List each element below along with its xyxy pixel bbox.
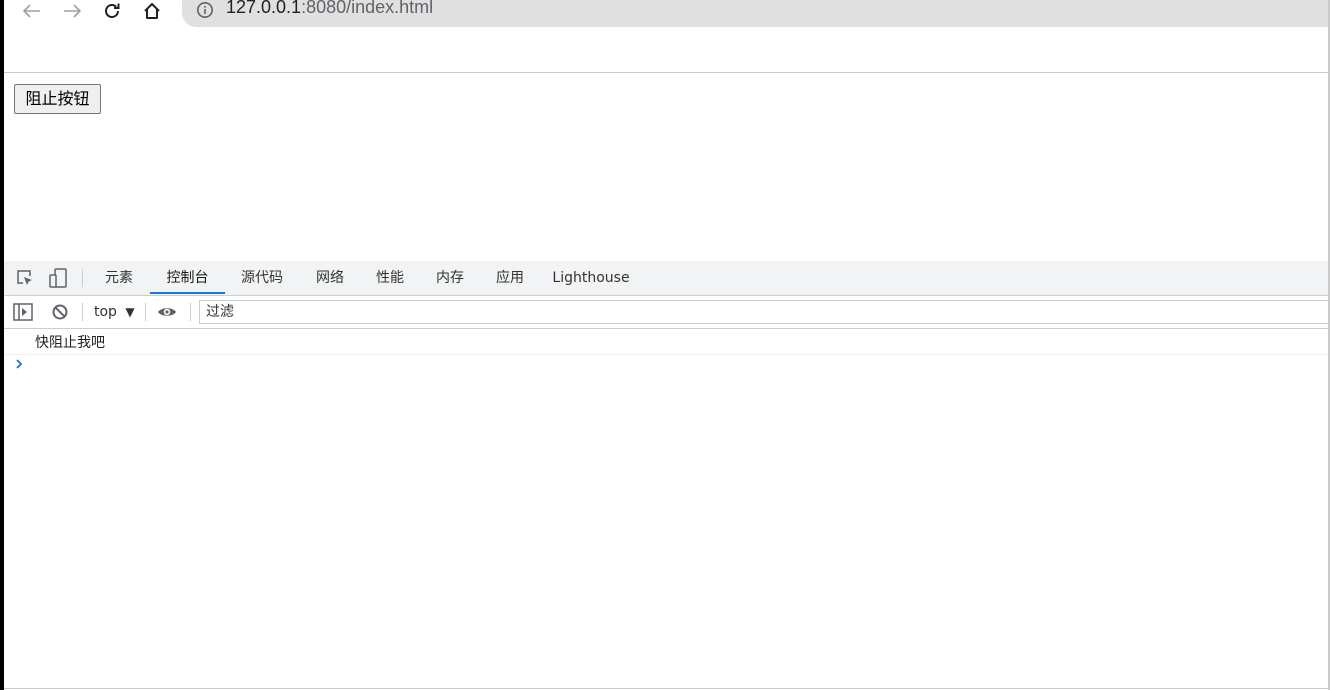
tab-application[interactable]: 应用 (486, 261, 534, 294)
tab-performance[interactable]: 性能 (366, 261, 414, 294)
back-button[interactable] (20, 0, 44, 22)
reload-button[interactable] (100, 0, 124, 22)
device-icon (49, 268, 67, 288)
eye-icon (158, 308, 176, 316)
viewport-divider (4, 72, 1328, 73)
context-selector[interactable]: top ▼ (94, 296, 135, 328)
context-value: top (94, 304, 117, 320)
toolbar-separator (190, 303, 191, 321)
url-host: 127.0.0.1 (226, 0, 302, 17)
address-bar[interactable]: 127.0.0.1:8080/index.html (182, 0, 1330, 27)
block-button[interactable]: 阻止按钮 (14, 84, 101, 114)
browser-toolbar: 127.0.0.1:8080/index.html (4, 0, 1330, 30)
url-text: 127.0.0.1:8080/index.html (226, 0, 433, 18)
window-bottom-border (4, 688, 1328, 689)
toolbar-separator (145, 303, 146, 321)
info-icon[interactable] (196, 1, 214, 19)
reload-icon (105, 3, 120, 18)
tab-lighthouse[interactable]: Lighthouse (549, 261, 633, 294)
chevron-right-icon (16, 359, 23, 369)
home-button[interactable] (140, 0, 164, 22)
dropdown-triangle-icon: ▼ (125, 305, 135, 319)
live-expression-button[interactable] (156, 301, 178, 323)
inspect-element-button[interactable] (14, 267, 36, 289)
console-message-text: 快阻止我吧 (35, 335, 105, 351)
clear-console-button[interactable] (49, 301, 71, 323)
console-message: 快阻止我吧 (4, 329, 1328, 355)
sidebar-toggle-icon (13, 303, 33, 321)
tab-memory[interactable]: 内存 (426, 261, 474, 294)
devtools-tab-bar: 元素 控制台 源代码 网络 性能 内存 应用 Lighthouse (4, 261, 1328, 296)
filter-input[interactable] (199, 300, 1329, 324)
forward-button[interactable] (60, 0, 84, 22)
tab-separator (82, 269, 83, 287)
url-path: :8080/index.html (301, 0, 434, 17)
clear-icon (52, 304, 68, 320)
home-icon (144, 3, 160, 19)
console-output: 快阻止我吧 (4, 329, 1328, 689)
tab-elements[interactable]: 元素 (94, 261, 144, 294)
arrow-left-icon (23, 4, 40, 18)
inspect-icon (17, 270, 32, 285)
browser-window: 127.0.0.1:8080/index.html 阻止按钮 元素 控制台 源代… (0, 0, 1330, 690)
toolbar-separator (82, 303, 83, 321)
console-prompt[interactable] (14, 356, 26, 372)
console-toolbar: top ▼ (4, 296, 1329, 329)
tab-sources[interactable]: 源代码 (232, 261, 292, 294)
tab-network[interactable]: 网络 (306, 261, 354, 294)
show-sidebar-button[interactable] (12, 301, 34, 323)
devtools-panel: 元素 控制台 源代码 网络 性能 内存 应用 Lighthouse top ▼ … (4, 261, 1329, 690)
device-toolbar-button[interactable] (47, 267, 69, 289)
arrow-right-icon (64, 4, 81, 18)
tab-console[interactable]: 控制台 (150, 261, 225, 294)
